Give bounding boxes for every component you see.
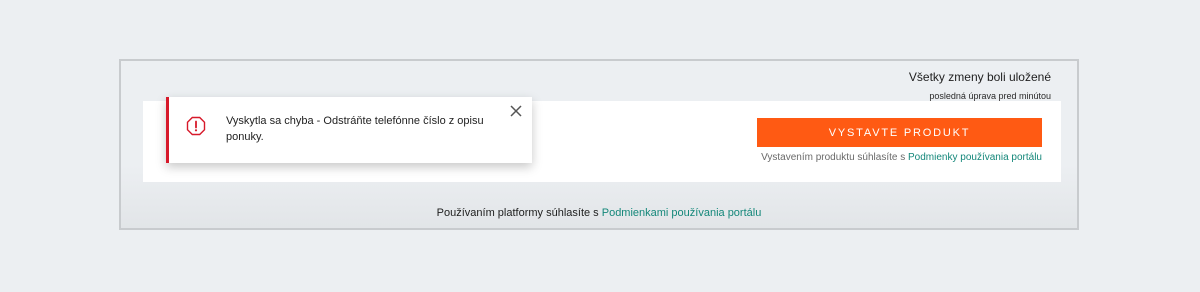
close-icon[interactable] <box>509 104 523 118</box>
error-toast: Vyskytla sa chyba - Odstráňte telefónne … <box>166 97 532 163</box>
footer-terms: Používaním platformy súhlasíte s Podmien… <box>121 207 1077 219</box>
publish-terms-text: Vystavením produktu súhlasíte s <box>761 152 909 163</box>
error-octagon-icon <box>186 116 206 136</box>
footer-terms-link[interactable]: Podmienkami používania portálu <box>602 207 762 219</box>
save-status-title: Všetky zmeny boli uložené <box>908 70 1051 84</box>
publish-terms: Vystavením produktu súhlasíte s Podmienk… <box>747 152 1042 163</box>
publish-product-button[interactable]: VYSTAVTE PRODUKT <box>757 118 1042 147</box>
publish-terms-link[interactable]: Podmienky používania portálu <box>908 152 1042 163</box>
footer-terms-text: Používaním platformy súhlasíte s <box>436 207 602 219</box>
save-status: Všetky zmeny boli uložené posledná úprav… <box>909 69 1051 102</box>
error-toast-message: Vyskytla sa chyba - Odstráňte telefónne … <box>226 115 484 143</box>
